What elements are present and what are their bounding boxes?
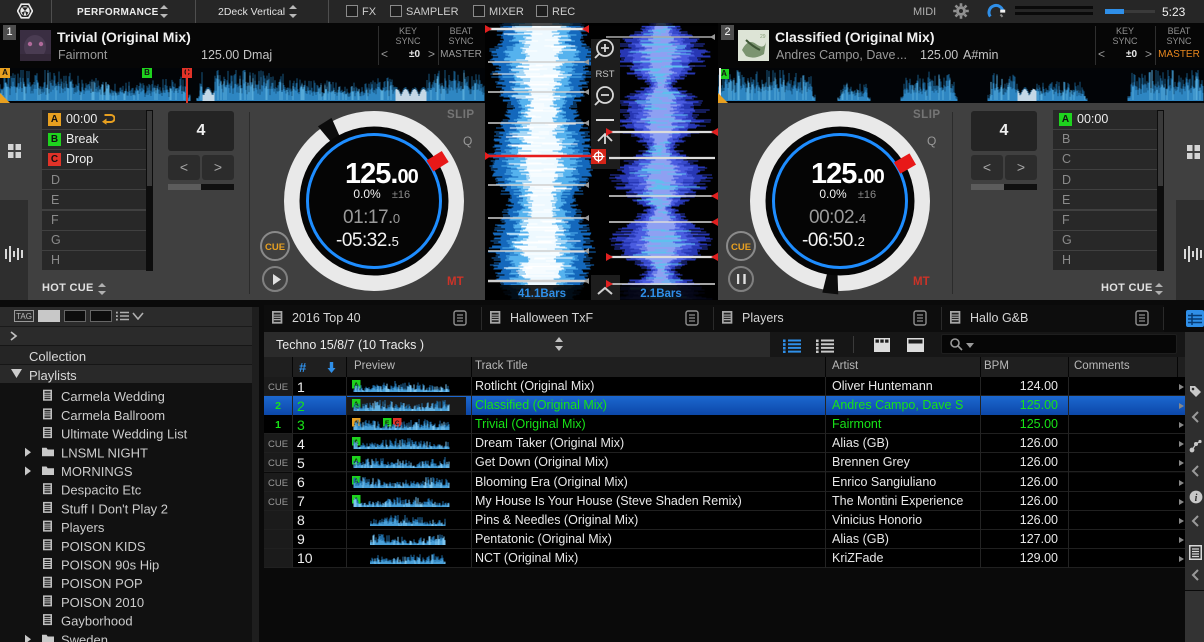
svg-text:2.1Bars: 2.1Bars xyxy=(640,288,682,300)
svg-text:Carmela Ballroom: Carmela Ballroom xyxy=(61,408,165,423)
svg-text:POISON 2010: POISON 2010 xyxy=(61,595,144,610)
svg-text:POISON KIDS: POISON KIDS xyxy=(61,539,146,554)
svg-text:RST: RST xyxy=(596,69,615,80)
svg-text:01:17.0: 01:17.0 xyxy=(343,207,400,228)
svg-text:29: 29 xyxy=(760,34,766,40)
svg-text:Players: Players xyxy=(61,520,105,535)
svg-text:Carmela Wedding: Carmela Wedding xyxy=(61,389,165,404)
svg-text:±16: ±16 xyxy=(392,189,410,201)
svg-text:LNSML NIGHT: LNSML NIGHT xyxy=(61,445,148,460)
svg-text:0.0%: 0.0% xyxy=(819,187,847,201)
svg-text:POISON 90s Hip: POISON 90s Hip xyxy=(61,558,159,573)
svg-text:-05:32.5: -05:32.5 xyxy=(336,230,399,251)
svg-text:41.1Bars: 41.1Bars xyxy=(518,288,566,300)
svg-text:Despacito Etc: Despacito Etc xyxy=(61,483,142,498)
svg-text:Ultimate Wedding List: Ultimate Wedding List xyxy=(61,427,188,442)
svg-text:Stuff I Don't Play 2: Stuff I Don't Play 2 xyxy=(61,501,168,516)
svg-text:MORNINGS: MORNINGS xyxy=(61,464,133,479)
svg-text:-06:50.2: -06:50.2 xyxy=(802,230,865,251)
svg-text:C: C xyxy=(395,420,400,427)
svg-text:i: i xyxy=(1195,493,1198,504)
svg-text:POISON POP: POISON POP xyxy=(61,576,143,591)
svg-text:0.0%: 0.0% xyxy=(353,187,381,201)
svg-text:00:02.4: 00:02.4 xyxy=(809,207,866,228)
svg-text:Sweden: Sweden xyxy=(61,632,108,642)
svg-text:±16: ±16 xyxy=(858,189,876,201)
svg-text:Gayborhood: Gayborhood xyxy=(61,614,133,629)
